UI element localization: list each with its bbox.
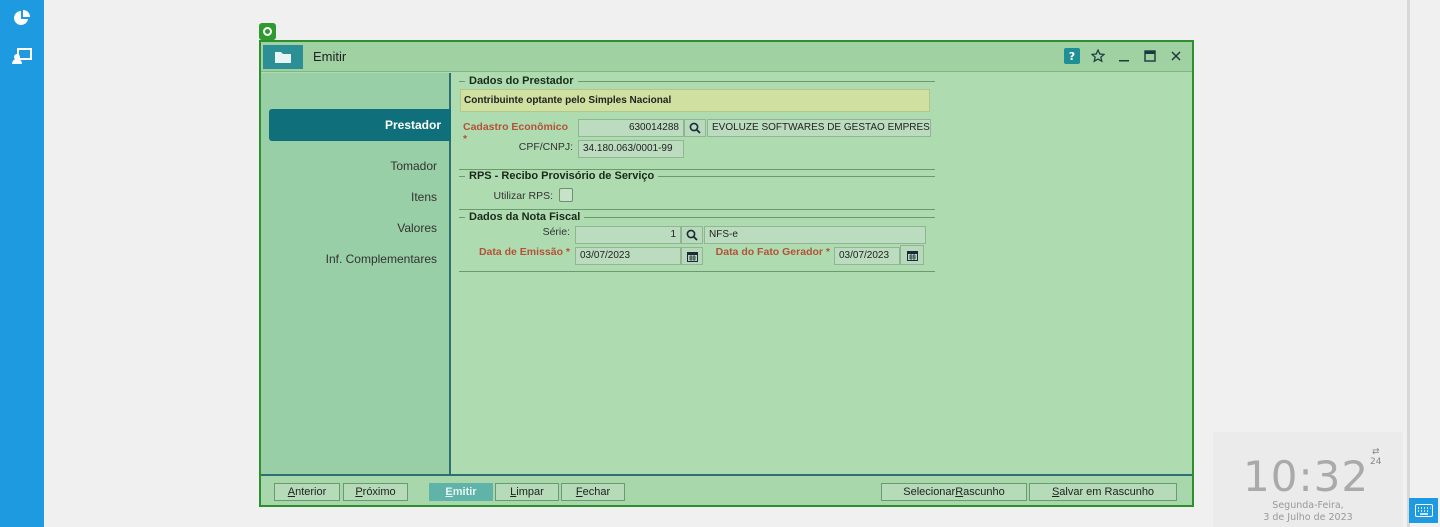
utilizar-rps-label: Utilizar RPS: — [493, 190, 553, 202]
window-marker-icon[interactable] — [259, 23, 276, 40]
left-rail — [0, 0, 44, 527]
simples-nacional-notice: Contribuinte optante pelo Simples Nacion… — [460, 89, 930, 112]
emissao-input[interactable]: 03/07/2023 — [575, 247, 681, 265]
divider — [459, 271, 935, 272]
star-icon[interactable] — [1090, 48, 1106, 64]
section-legend-nota: Dados da Nota Fiscal — [465, 211, 585, 223]
serie-desc-field: NFS-e — [704, 226, 926, 244]
cpf-label: CPF/CNPJ: — [518, 141, 573, 153]
clock-time: 10:32 — [1243, 452, 1370, 501]
selecionar-rascunho-button[interactable]: Selecionar Rascunho — [881, 483, 1027, 501]
fechar-button[interactable]: Fechar — [561, 483, 625, 501]
cadastro-name-field: EVOLUZE SOFTWARES DE GESTAO EMPRESARI — [707, 119, 931, 137]
clock-format-label: 24 — [1370, 457, 1382, 467]
clock-weekday: Segunda-Feira, — [1272, 500, 1344, 511]
utilizar-rps-checkbox[interactable] — [559, 188, 573, 202]
proximo-button[interactable]: Próximo — [343, 483, 408, 501]
calendar-icon[interactable] — [900, 245, 924, 265]
right-divider — [1407, 0, 1410, 527]
calendar-icon[interactable] — [681, 247, 703, 265]
help-icon[interactable]: ? — [1064, 48, 1080, 64]
nav-item-prestador[interactable]: Prestador — [269, 109, 451, 141]
search-icon[interactable] — [684, 119, 706, 137]
search-icon[interactable] — [681, 226, 703, 244]
action-bar: Anterior Próximo Emitir Limpar Fechar Se… — [261, 474, 1192, 505]
swap-icon: ⇄ — [1371, 447, 1380, 457]
limpar-button[interactable]: Limpar — [495, 483, 559, 501]
cadastro-input[interactable]: 630014288 — [578, 119, 684, 137]
divider — [459, 209, 935, 210]
section-legend-rps: RPS - Recibo Provisório de Serviço — [465, 170, 659, 182]
nav-item-inf-complementares[interactable]: Inf. Complementares — [326, 252, 437, 266]
salvar-rascunho-button[interactable]: Salvar em Rascunho — [1029, 483, 1177, 501]
nav-item-tomador[interactable]: Tomador — [390, 159, 437, 173]
window-titlebar: Emitir ? — [261, 42, 1192, 72]
prestador-panel: Dados do Prestador Contribuinte optante … — [453, 73, 1192, 477]
emissao-label: Data de Emissão * — [478, 246, 570, 258]
cpf-field: 34.180.063/0001-99 — [578, 140, 684, 158]
minimize-icon[interactable] — [1116, 48, 1132, 64]
fato-gerador-label: Data do Fato Gerador * — [715, 246, 830, 258]
clock-date-text: 3 de Julho de 2023 — [1263, 512, 1353, 523]
nav-item-itens[interactable]: Itens — [411, 190, 437, 204]
section-legend-prestador: Dados do Prestador — [465, 75, 578, 87]
clock-date: Segunda-Feira, 3 de Julho de 2023 — [1213, 500, 1403, 524]
clock-format-toggle[interactable]: ⇄ 24 — [1370, 447, 1381, 467]
emitir-window: Emitir ? Prestador Tomador Itens Valores… — [259, 40, 1194, 507]
folder-icon — [263, 45, 303, 69]
emitir-button[interactable]: Emitir — [429, 483, 493, 501]
anterior-button[interactable]: Anterior — [274, 483, 340, 501]
serie-input[interactable]: 1 — [575, 226, 681, 244]
pie-chart-icon[interactable] — [11, 7, 33, 29]
nav-item-valores[interactable]: Valores — [397, 221, 437, 235]
step-navigation: Prestador Tomador Itens Valores Inf. Com… — [261, 73, 451, 477]
fato-gerador-input[interactable]: 03/07/2023 — [834, 247, 900, 265]
keyboard-icon[interactable] — [1409, 498, 1438, 523]
remote-desktop-icon[interactable] — [11, 45, 33, 67]
serie-label: Série: — [542, 226, 570, 238]
maximize-icon[interactable] — [1142, 48, 1158, 64]
clock-widget: 10:32 ⇄ 24 Segunda-Feira, 3 de Julho de … — [1213, 432, 1403, 527]
window-title: Emitir — [313, 49, 347, 64]
close-icon[interactable] — [1168, 48, 1184, 64]
